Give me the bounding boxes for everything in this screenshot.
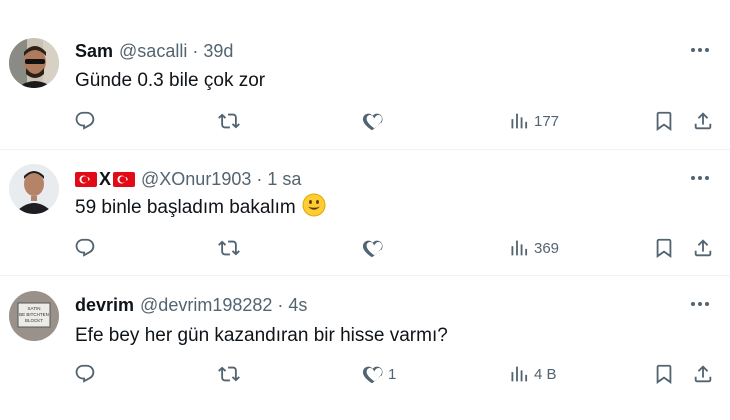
retweet-icon [218, 366, 240, 382]
share-button[interactable] [692, 236, 714, 260]
tweet-3-header: devrim @devrim198282 · 4s [75, 294, 307, 316]
timestamp[interactable]: 39d [203, 41, 233, 62]
tweet-text: Efe bey her gün kazandıran bir hisse var… [75, 323, 448, 349]
bookmark-button[interactable] [653, 362, 675, 386]
tweet-3[interactable]: SATIN BE BITCHTEN BLOCKT devrim @devrim1… [0, 276, 730, 420]
separator-dot: · [277, 294, 284, 315]
avatar-sam[interactable] [9, 38, 59, 88]
views-icon [511, 366, 528, 382]
turkey-flag-icon [75, 171, 97, 187]
more-options-button[interactable] [688, 40, 712, 60]
smiling-face-emoji-icon [302, 193, 326, 223]
tweet-1-header: Sam @sacalli · 39d [75, 40, 233, 62]
svg-text:SATIN: SATIN [28, 306, 41, 311]
bookmark-icon [656, 364, 672, 384]
like-icon [362, 366, 383, 384]
bookmark-icon [656, 238, 672, 258]
like-icon [362, 240, 383, 258]
like-button[interactable] [362, 236, 388, 260]
turkey-flag-icon [113, 171, 136, 187]
timestamp[interactable]: 1 sa [267, 169, 301, 190]
views-count: 369 [534, 239, 560, 257]
tweet-2[interactable]: X @XOnur1903 · 1 sa 59 binle başladım ba… [0, 150, 730, 276]
tweet-text-content: Efe bey her gün kazandıran bir hisse var… [75, 325, 448, 346]
views-button[interactable]: 177 [508, 109, 559, 133]
views-button[interactable]: 369 [508, 236, 559, 260]
reply-icon [75, 238, 95, 257]
views-count: 4 B [534, 365, 557, 383]
bookmark-button[interactable] [653, 109, 675, 133]
share-button[interactable] [692, 362, 714, 386]
retweet-button[interactable] [218, 362, 240, 386]
more-icon [691, 176, 709, 180]
user-handle[interactable]: @sacalli [119, 41, 187, 62]
views-icon [511, 113, 528, 129]
avatar-xonur[interactable] [9, 164, 59, 214]
views-count: 177 [534, 112, 560, 130]
reply-button[interactable] [74, 109, 96, 133]
share-icon [694, 365, 712, 383]
views-button[interactable]: 4 B [508, 362, 557, 386]
more-options-button[interactable] [688, 294, 712, 314]
share-button[interactable] [692, 109, 714, 133]
user-handle[interactable]: @devrim198282 [140, 295, 272, 316]
display-name[interactable]: Sam [75, 41, 113, 62]
more-icon [691, 302, 709, 306]
reply-button[interactable] [74, 362, 96, 386]
like-count: 1 [388, 365, 397, 383]
like-icon [362, 113, 383, 131]
tweet-text-content: 59 binle başladım bakalım [75, 197, 296, 218]
display-name[interactable]: X [75, 168, 136, 190]
reply-button[interactable] [74, 236, 96, 260]
retweet-icon [218, 113, 240, 129]
retweet-button[interactable] [218, 109, 240, 133]
user-handle[interactable]: @XOnur1903 [141, 169, 251, 190]
avatar-devrim[interactable]: SATIN BE BITCHTEN BLOCKT [9, 291, 59, 341]
separator-dot: · [192, 40, 199, 61]
more-icon [691, 48, 709, 52]
like-button[interactable] [362, 109, 388, 133]
tweet-1[interactable]: Sam @sacalli · 39d Günde 0.3 bile çok zo… [0, 0, 730, 150]
tweet-text: Günde 0.3 bile çok zor [75, 68, 265, 94]
tweet-text-content: Günde 0.3 bile çok zor [75, 70, 266, 91]
bookmark-button[interactable] [653, 236, 675, 260]
bookmark-icon [656, 111, 672, 131]
share-icon [694, 112, 712, 130]
display-name[interactable]: devrim [75, 295, 134, 316]
retweet-icon [218, 240, 240, 256]
action-bar: 1 4 B [0, 362, 730, 386]
svg-text:BE BITCHTEN: BE BITCHTEN [19, 312, 49, 317]
svg-text:BLOCKT: BLOCKT [25, 318, 43, 323]
timestamp[interactable]: 4s [288, 295, 307, 316]
share-icon [694, 239, 712, 257]
like-button[interactable]: 1 [362, 362, 396, 386]
tweet-text: 59 binle başladım bakalım [75, 193, 326, 223]
reply-icon [75, 111, 95, 130]
separator-dot: · [256, 168, 263, 189]
more-options-button[interactable] [688, 168, 712, 188]
action-bar: 369 [0, 236, 730, 260]
tweet-2-header: X @XOnur1903 · 1 sa [75, 168, 301, 190]
reply-icon [75, 364, 95, 383]
display-name-x: X [99, 168, 112, 189]
views-icon [511, 240, 528, 256]
action-bar: 177 [0, 109, 730, 133]
retweet-button[interactable] [218, 236, 240, 260]
